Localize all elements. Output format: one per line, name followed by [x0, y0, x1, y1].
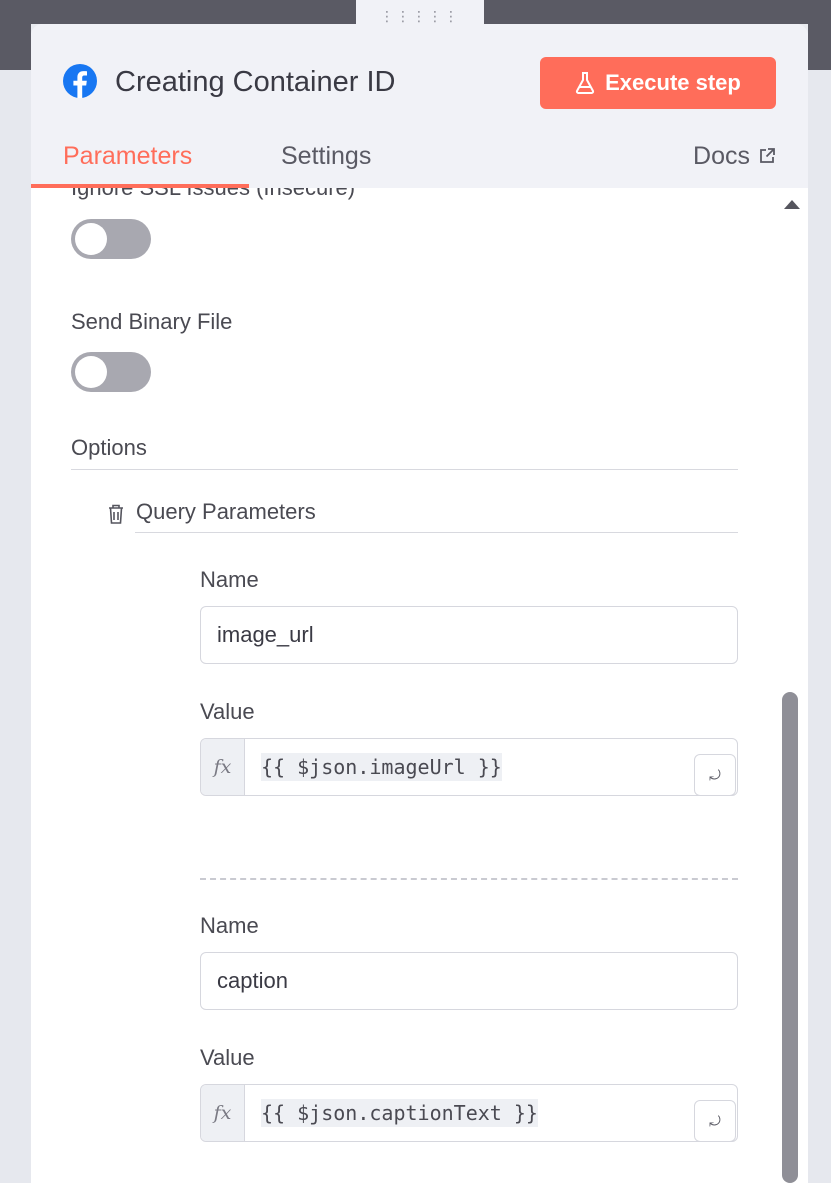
facebook-icon — [63, 64, 97, 98]
query-parameters-divider — [135, 532, 738, 533]
tab-settings[interactable]: Settings — [281, 140, 371, 172]
param-value-expression[interactable]: fx {{ $json.captionText }} — [200, 1084, 738, 1142]
param-name-label: Name — [200, 567, 259, 592]
mapping-icon[interactable]: ⤾ — [694, 754, 736, 796]
background-right — [808, 0, 831, 1183]
fx-icon: fx — [201, 739, 245, 795]
docs-label: Docs — [693, 142, 750, 170]
scrollbar-thumb[interactable] — [782, 692, 798, 1183]
options-divider — [71, 469, 738, 470]
flask-icon — [576, 72, 595, 94]
param-value-label: Value — [200, 699, 255, 724]
scroll-up-arrow[interactable] — [784, 200, 800, 209]
param-name-input[interactable]: image_url — [200, 606, 738, 664]
expression-text: {{ $json.captionText }} — [261, 1099, 538, 1127]
options-label: Options — [71, 435, 147, 460]
node-title: Creating Container ID — [115, 66, 396, 98]
expression-text: {{ $json.imageUrl }} — [261, 753, 502, 781]
parameters-content: Ignore SSL Issues (Insecure) Send Binary… — [31, 188, 808, 1183]
query-parameters-label: Query Parameters — [136, 499, 316, 524]
param-value-expression[interactable]: fx {{ $json.imageUrl }} — [200, 738, 738, 796]
param-value-label: Value — [200, 1045, 255, 1070]
send-binary-label: Send Binary File — [71, 309, 233, 334]
docs-link[interactable]: Docs — [693, 140, 776, 172]
external-link-icon — [760, 148, 775, 163]
canvas-strip-left — [31, 0, 356, 24]
ignore-ssl-toggle[interactable] — [71, 219, 151, 259]
ignore-ssl-label: Ignore SSL Issues (Insecure) — [71, 188, 355, 202]
trash-icon[interactable] — [107, 503, 125, 525]
fx-icon: fx — [201, 1085, 245, 1141]
mapping-icon[interactable]: ⤾ — [694, 1100, 736, 1142]
node-panel: Creating Container ID Execute step Param… — [31, 24, 808, 1183]
canvas-strip-right — [484, 0, 808, 24]
background-left — [0, 0, 31, 1183]
panel-header: Creating Container ID Execute step Param… — [31, 24, 808, 188]
param-name-input[interactable]: caption — [200, 952, 738, 1010]
send-binary-toggle[interactable] — [71, 352, 151, 392]
execute-step-button[interactable]: Execute step — [540, 57, 776, 109]
execute-step-label: Execute step — [605, 70, 741, 95]
param-name-label: Name — [200, 913, 259, 938]
param-separator — [200, 878, 738, 880]
tab-parameters[interactable]: Parameters — [63, 140, 192, 172]
